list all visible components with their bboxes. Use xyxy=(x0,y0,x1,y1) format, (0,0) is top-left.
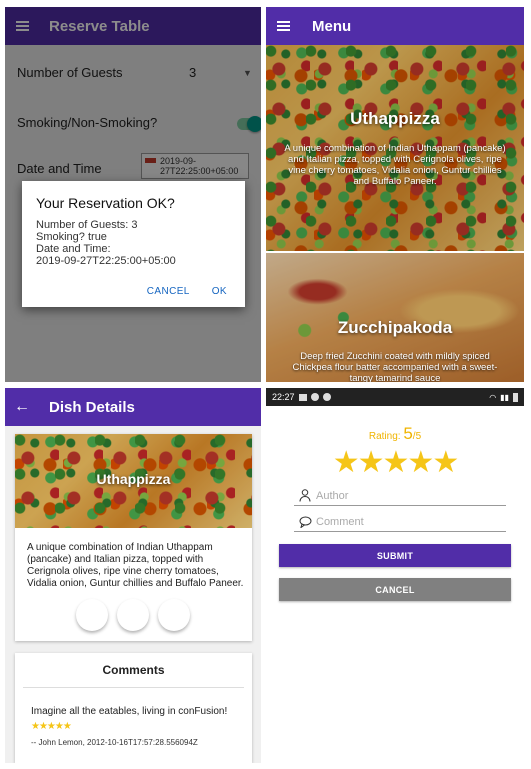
rating-stars-input[interactable]: ★★★★★ xyxy=(266,446,524,480)
share-button[interactable] xyxy=(158,599,190,631)
menu-item-zucchipakoda[interactable]: Zucchipakoda Deep fried Zucchini coated … xyxy=(266,253,524,382)
notification-icon xyxy=(322,393,331,401)
pencil-icon xyxy=(127,609,139,621)
signal-icon: ▮▮ xyxy=(500,392,509,402)
comment-author-date: -- John Lemon, 2012-10-16T17:57:28.55609… xyxy=(31,738,198,747)
cancel-button[interactable]: CANCEL xyxy=(279,578,511,601)
heart-icon xyxy=(85,609,99,622)
comment-text: Imagine all the eatables, living in conF… xyxy=(31,706,228,717)
dish-card: Uthappizza A unique combination of India… xyxy=(15,434,252,641)
dialog-cancel-button[interactable]: CANCEL xyxy=(147,286,190,297)
edit-comment-button[interactable] xyxy=(117,599,149,631)
dialog-date-label: Date and Time: xyxy=(36,243,111,255)
notification-icon xyxy=(310,393,319,401)
comment-input[interactable] xyxy=(316,515,496,528)
back-arrow-icon[interactable]: ← xyxy=(5,398,39,416)
author-field[interactable] xyxy=(294,486,506,506)
dialog-title: Your Reservation OK? xyxy=(36,195,175,211)
rating-max: /5 xyxy=(412,431,422,442)
dish-name: Uthappizza xyxy=(96,471,171,487)
status-bar: 22:27 ◠ ▮▮ xyxy=(266,388,524,406)
menu-item-uthappizza[interactable]: Uthappizza A unique combination of India… xyxy=(266,45,524,251)
comments-title: Comments xyxy=(102,663,165,677)
dish-details-screen: ← Dish Details Uthappizza A unique combi… xyxy=(5,388,261,763)
favorite-button[interactable] xyxy=(76,599,108,631)
dialog-date-value: 2019-09-27T22:25:00+05:00 xyxy=(36,255,176,267)
menu-screen: Menu Uthappizza A unique combination of … xyxy=(266,7,524,382)
menu-title: Menu xyxy=(312,17,352,35)
battery-icon xyxy=(513,392,518,402)
rating-label: Rating: xyxy=(368,431,401,442)
menu-app-bar: Menu xyxy=(266,7,524,45)
reserve-table-screen: Reserve Table Number of Guests 3 ▼ Smoki… xyxy=(5,7,261,382)
wifi-icon: ◠ xyxy=(489,392,497,402)
menu-icon[interactable] xyxy=(266,21,300,31)
dialog-ok-button[interactable]: OK xyxy=(212,286,227,297)
dialog-smoking-line: Smoking? true xyxy=(36,231,107,243)
comment-field[interactable] xyxy=(294,512,506,532)
comments-divider xyxy=(23,687,244,688)
comment-form-screen: 22:27 ◠ ▮▮ Rating: 5/5 ★★★★★ SUBMIT CANC… xyxy=(266,388,524,763)
dish-image: Uthappizza xyxy=(15,434,252,528)
submit-button[interactable]: SUBMIT xyxy=(279,544,511,567)
user-icon xyxy=(294,489,316,502)
status-time: 22:27 xyxy=(272,392,295,402)
comment-bubble-icon xyxy=(294,516,316,528)
dish-details-title: Dish Details xyxy=(49,398,135,416)
gallery-icon xyxy=(298,393,307,401)
author-input[interactable] xyxy=(316,489,496,502)
comments-card: Comments Imagine all the eatables, livin… xyxy=(15,653,252,763)
dialog-guests-line: Number of Guests: 3 xyxy=(36,219,138,231)
menu-item-name: Zucchipakoda xyxy=(337,318,453,337)
menu-item-description: Deep fried Zucchini coated with mildly s… xyxy=(292,351,498,382)
dish-description: A unique combination of Indian Uthappam … xyxy=(27,542,244,589)
comment-rating-stars: ★★★★★ xyxy=(31,721,72,732)
rating-readout: Rating: 5/5 xyxy=(266,424,524,444)
menu-item-name: Uthappizza xyxy=(350,109,440,128)
menu-item-description: A unique combination of Indian Uthappam … xyxy=(284,143,506,187)
reservation-dialog: Your Reservation OK? Number of Guests: 3… xyxy=(22,181,245,307)
dish-app-bar: ← Dish Details xyxy=(5,388,261,426)
share-arrow-icon xyxy=(166,609,181,621)
rating-value: 5 xyxy=(403,424,413,443)
